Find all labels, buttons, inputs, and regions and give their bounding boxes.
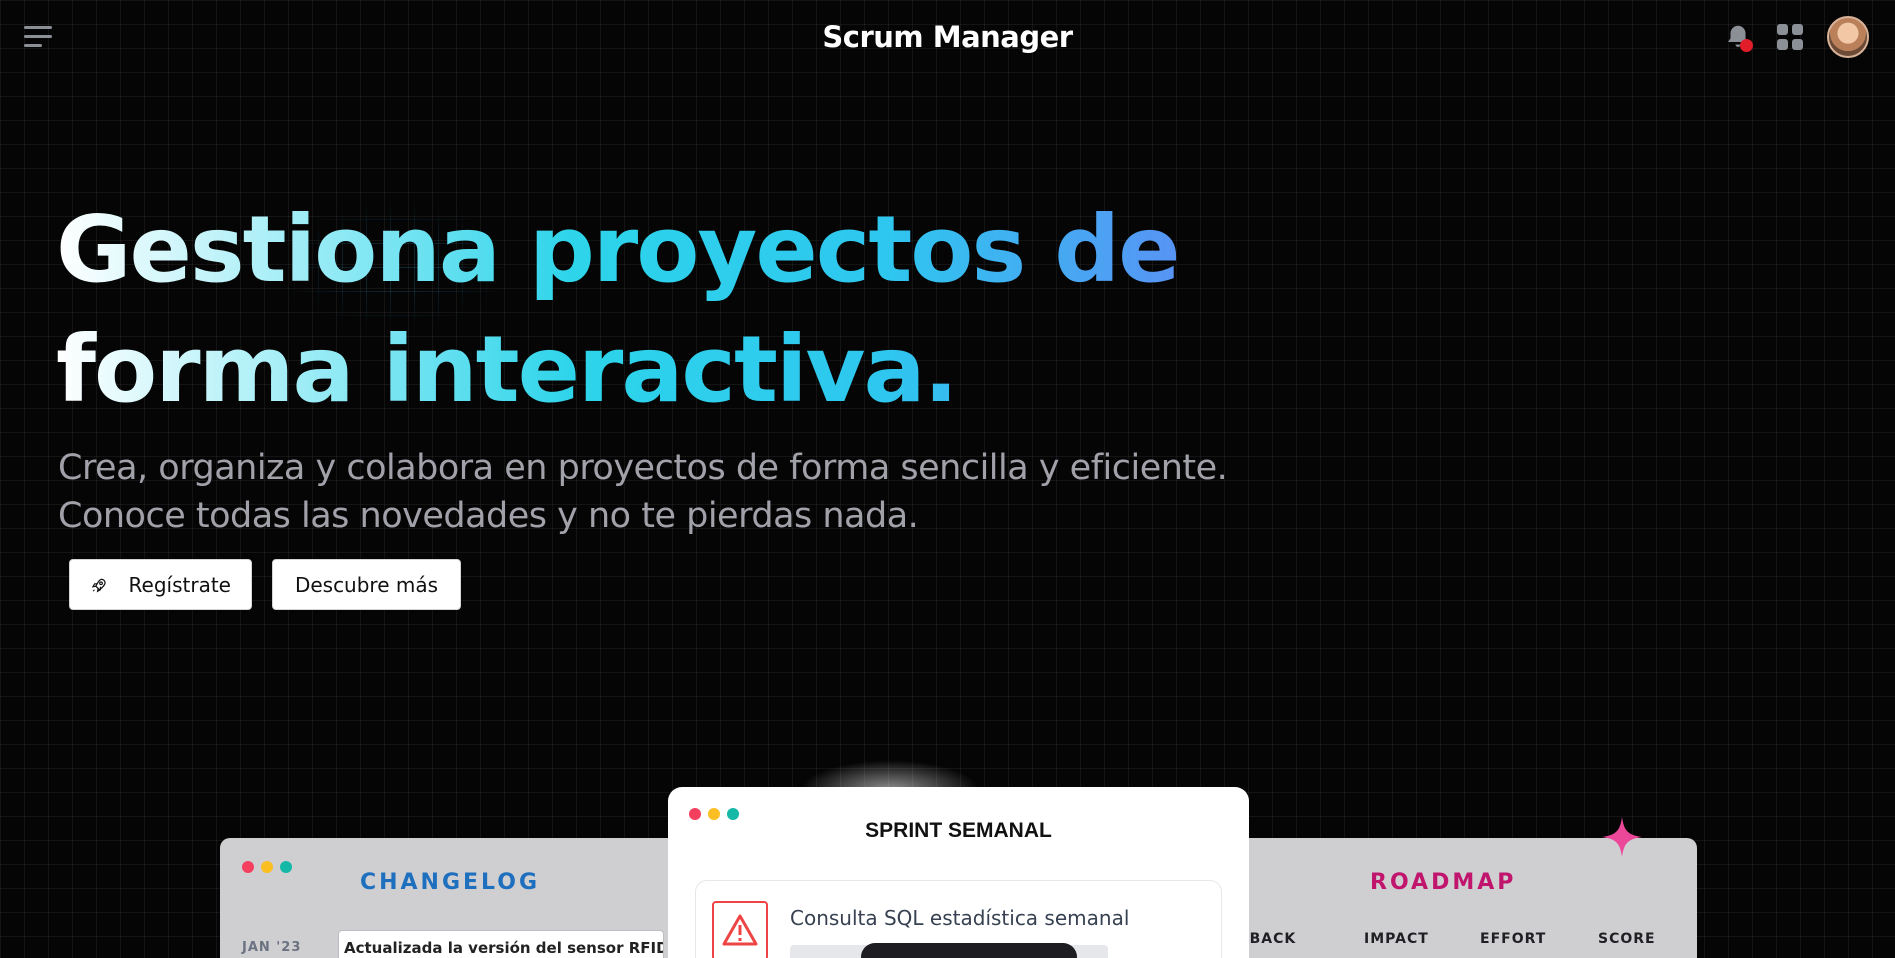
header-actions (1723, 16, 1869, 58)
notification-badge (1740, 39, 1753, 52)
headline-line-1: Gestiona proyectos de (56, 196, 1179, 303)
task-title: Consulta SQL estadística semanal (790, 906, 1130, 930)
subtitle-line-2: Conoce todas las novedades y no te pierd… (58, 496, 919, 536)
rocket-icon (91, 578, 106, 593)
roadmap-column-effort: EFFORT (1480, 931, 1547, 947)
cta-row: Regístrate Descubre más (69, 559, 461, 610)
register-label: Regístrate (128, 572, 231, 597)
sprint-title: SPRINT SEMANAL (865, 819, 1052, 842)
changelog-card: CHANGELOG JAN '23 Actualizada la versión… (220, 838, 680, 958)
sprint-card: SPRINT SEMANAL Consulta SQL estadística … (668, 787, 1249, 958)
roadmap-column-score: SCORE (1598, 931, 1656, 947)
task-toolbar[interactable] (861, 943, 1077, 958)
bell-icon[interactable] (1723, 22, 1753, 52)
task-card[interactable]: Consulta SQL estadística semanal (695, 880, 1222, 958)
apps-grid-icon[interactable] (1777, 24, 1803, 50)
app-title: Scrum Manager (822, 20, 1073, 54)
sparkle-icon (1602, 817, 1642, 857)
headline-line-2: forma interactiva. (56, 316, 957, 423)
avatar[interactable] (1827, 16, 1869, 58)
discover-more-button[interactable]: Descubre más (272, 559, 461, 610)
discover-label: Descubre más (294, 572, 439, 597)
roadmap-column-impact: IMPACT (1364, 931, 1429, 947)
top-bar: Scrum Manager (0, 0, 1895, 80)
changelog-entry: Actualizada la versión del sensor RFID. (338, 930, 664, 958)
hero-subtitle: Crea, organiza y colabora en proyectos d… (58, 444, 1308, 540)
roadmap-title: ROADMAP (1370, 870, 1517, 895)
hero-headline: Gestiona proyectos de forma interactiva. (56, 190, 1206, 430)
alert-icon (712, 901, 768, 958)
register-button[interactable]: Regístrate (69, 559, 252, 610)
changelog-date: JAN '23 (242, 940, 302, 955)
changelog-title: CHANGELOG (359, 870, 541, 895)
subtitle-line-1: Crea, organiza y colabora en proyectos d… (58, 448, 1228, 488)
